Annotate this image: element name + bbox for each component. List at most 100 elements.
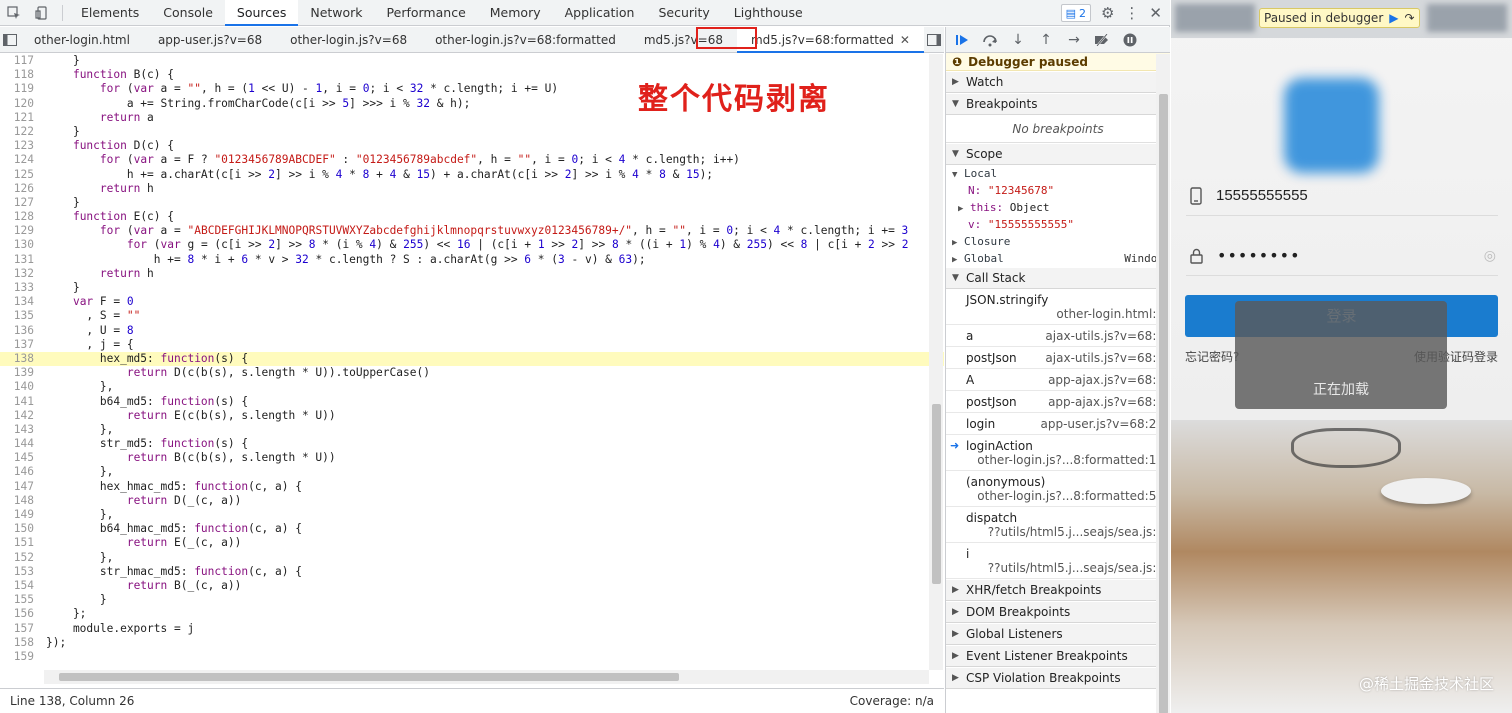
code-line[interactable]: 134 var F = 0 — [0, 295, 944, 309]
code-line[interactable]: 150 b64_hmac_md5: function(c, a) { — [0, 522, 944, 536]
scope-global[interactable]: ▶ Global Window — [946, 250, 1170, 267]
line-number[interactable]: 157 — [0, 622, 40, 636]
debugger-section-header[interactable]: ▶ XHR/fetch Breakpoints — [946, 579, 1170, 601]
file-tab-app-user-js[interactable]: app-user.js?v=68 — [144, 27, 276, 53]
debugger-section-header[interactable]: ▶ DOM Breakpoints — [946, 601, 1170, 623]
code-line[interactable]: 135 , S = "" — [0, 309, 944, 323]
resume-icon[interactable] — [950, 28, 974, 52]
issues-badge[interactable]: ▤ 2 — [1060, 4, 1091, 22]
file-tab-other-login-js[interactable]: other-login.js?v=68 — [276, 27, 421, 53]
line-number[interactable]: 152 — [0, 551, 40, 565]
step-over-icon[interactable] — [978, 28, 1002, 52]
call-stack-frame[interactable]: postJson app-ajax.js?v=68:1 — [946, 391, 1170, 413]
code-horizontal-scrollbar[interactable] — [44, 670, 929, 684]
code-line[interactable]: 146 }, — [0, 465, 944, 479]
watch-section-header[interactable]: ▶ Watch — [946, 71, 1170, 93]
code-line[interactable]: 158}); — [0, 636, 944, 650]
scope-var-n[interactable]: N: "12345678" — [946, 182, 1170, 199]
code-line[interactable]: 139 return D(c(b(s), s.length * U)).toUp… — [0, 366, 944, 380]
step-icon[interactable]: → — [1062, 28, 1086, 52]
file-tab-md5-formatted[interactable]: md5.js?v=68:formatted ✕ — [736, 26, 924, 53]
line-number[interactable]: 153 — [0, 565, 40, 579]
scope-var-v[interactable]: v: "15555555555" — [946, 216, 1170, 233]
code-line[interactable]: 138 hex_md5: function(s) { — [0, 351, 944, 367]
code-line[interactable]: 133 } — [0, 281, 944, 295]
code-line[interactable]: 149 }, — [0, 508, 944, 522]
line-number[interactable]: 143 — [0, 423, 40, 437]
line-number[interactable]: 123 — [0, 139, 40, 153]
tab-performance[interactable]: Performance — [375, 0, 478, 26]
more-menu-icon[interactable]: ⋮ — [1124, 4, 1139, 22]
line-number[interactable]: 127 — [0, 196, 40, 210]
code-line[interactable]: 152 }, — [0, 551, 944, 565]
scope-var-this[interactable]: ▶ this: Object — [946, 199, 1170, 216]
phone-field[interactable]: 15555555555 — [1186, 176, 1498, 216]
call-stack-frame[interactable]: a ajax-utils.js?v=68:1 — [946, 325, 1170, 347]
resume-icon[interactable]: ▶ — [1389, 11, 1398, 25]
line-number[interactable]: 141 — [0, 395, 40, 409]
gear-icon[interactable]: ⚙ — [1101, 4, 1114, 22]
file-tab-other-login-html[interactable]: other-login.html — [20, 27, 144, 53]
step-into-icon[interactable]: ↓ — [1006, 28, 1030, 52]
file-tab-md5-js[interactable]: md5.js?v=68 — [630, 27, 737, 53]
close-tab-icon[interactable]: ✕ — [900, 33, 910, 47]
line-number[interactable]: 117 — [0, 54, 40, 68]
code-line[interactable]: 137 , j = { — [0, 338, 944, 352]
call-stack-frame[interactable]: login app-user.js?v=68:28 — [946, 413, 1170, 435]
line-number[interactable]: 125 — [0, 168, 40, 182]
code-line[interactable]: 129 for (var a = "ABCDEFGHIJKLMNOPQRSTUV… — [0, 224, 944, 238]
breakpoints-section-header[interactable]: ▼ Breakpoints — [946, 93, 1170, 115]
code-line[interactable]: 154 return B(_(c, a)) — [0, 579, 944, 593]
line-number[interactable]: 126 — [0, 182, 40, 196]
line-number[interactable]: 158 — [0, 636, 40, 650]
line-number[interactable]: 145 — [0, 451, 40, 465]
line-number[interactable]: 146 — [0, 465, 40, 479]
forgot-password-link[interactable]: 忘记密码? — [1185, 348, 1239, 365]
code-line[interactable]: 123 function D(c) { — [0, 139, 944, 153]
code-line[interactable]: 141 b64_md5: function(s) { — [0, 395, 944, 409]
toggle-navigator-icon[interactable] — [0, 27, 20, 53]
tab-elements[interactable]: Elements — [69, 0, 151, 26]
tab-memory[interactable]: Memory — [478, 0, 553, 26]
code-line[interactable]: 128 function E(c) { — [0, 210, 944, 224]
code-line[interactable]: 159 — [0, 650, 944, 664]
inspect-element-icon[interactable] — [0, 0, 28, 26]
scrollbar-thumb[interactable] — [59, 673, 679, 681]
code-line[interactable]: 143 }, — [0, 423, 944, 437]
code-line[interactable]: 155 } — [0, 593, 944, 607]
line-number[interactable]: 159 — [0, 650, 40, 664]
call-stack-section-header[interactable]: ▼ Call Stack — [946, 267, 1170, 289]
debugger-section-header[interactable]: ▶ Event Listener Breakpoints — [946, 645, 1170, 667]
code-editor[interactable]: 117 } 118 function B(c) {119 for (var a =… — [0, 54, 944, 670]
line-number[interactable]: 149 — [0, 508, 40, 522]
line-number[interactable]: 134 — [0, 295, 40, 309]
line-number[interactable]: 139 — [0, 366, 40, 380]
close-icon[interactable]: ✕ — [1149, 4, 1162, 22]
line-number[interactable]: 150 — [0, 522, 40, 536]
code-line[interactable]: 148 return D(_(c, a)) — [0, 494, 944, 508]
code-line[interactable]: 122 } — [0, 125, 944, 139]
code-line[interactable]: 140 }, — [0, 380, 944, 394]
line-number[interactable]: 148 — [0, 494, 40, 508]
code-line[interactable]: 145 return B(c(b(s), s.length * U)) — [0, 451, 944, 465]
line-number[interactable]: 131 — [0, 253, 40, 267]
line-number[interactable]: 136 — [0, 324, 40, 338]
debugger-section-header[interactable]: ▶ CSP Violation Breakpoints — [946, 667, 1170, 689]
line-number[interactable]: 122 — [0, 125, 40, 139]
line-number[interactable]: 155 — [0, 593, 40, 607]
line-number[interactable]: 154 — [0, 579, 40, 593]
line-number[interactable]: 118 — [0, 68, 40, 82]
line-number[interactable]: 137 — [0, 338, 40, 352]
code-line[interactable]: 157 module.exports = j — [0, 622, 944, 636]
code-line[interactable]: 136 , U = 8 — [0, 324, 944, 338]
line-number[interactable]: 124 — [0, 153, 40, 167]
code-line[interactable]: 144 str_md5: function(s) { — [0, 437, 944, 451]
line-number[interactable]: 140 — [0, 380, 40, 394]
code-line[interactable]: 153 str_hmac_md5: function(c, a) { — [0, 565, 944, 579]
code-line[interactable]: 117 } — [0, 54, 944, 68]
tab-sources[interactable]: Sources — [224, 0, 299, 26]
code-line[interactable]: 142 return E(c(b(s), s.length * U)) — [0, 409, 944, 423]
scrollbar-thumb[interactable] — [1159, 94, 1168, 713]
call-stack-frame[interactable]: i ??utils/html5.j...seajs/sea.js:2 — [946, 543, 1170, 579]
line-number[interactable]: 121 — [0, 111, 40, 125]
